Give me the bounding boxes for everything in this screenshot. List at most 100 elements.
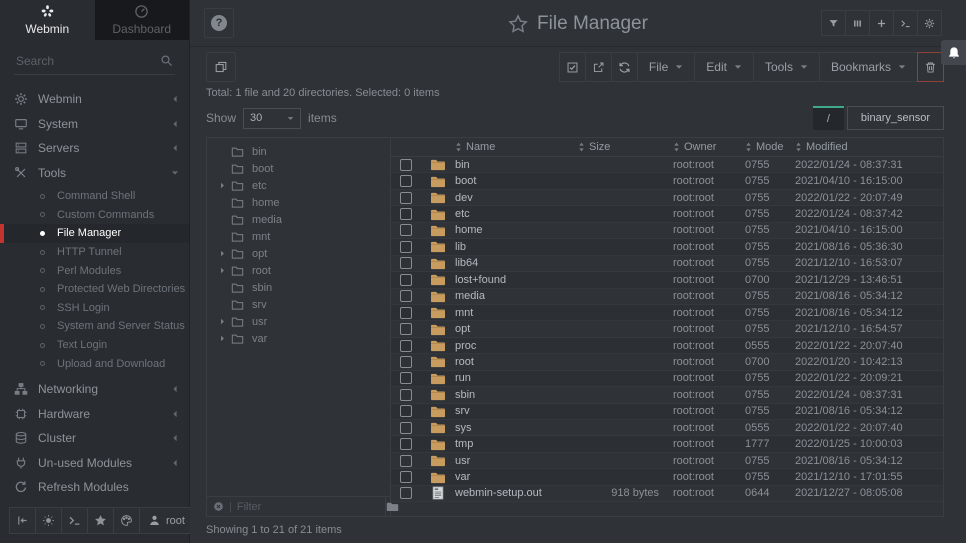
tree-toggle[interactable] [217, 318, 228, 325]
sidebar-item-un-used-modules[interactable]: Un-used Modules [0, 450, 189, 475]
tree-item-root[interactable]: root [207, 262, 390, 279]
row-checkbox[interactable] [400, 241, 412, 253]
row-checkbox[interactable] [400, 422, 412, 434]
row-checkbox[interactable] [400, 438, 412, 450]
sidebar-item-refresh-modules[interactable]: Refresh Modules [0, 475, 189, 500]
sidebar-subitem-protected-web-directories[interactable]: Protected Web Directories [0, 280, 189, 299]
sidebar-item-webmin[interactable]: Webmin [0, 87, 189, 112]
menu-edit[interactable]: Edit [694, 52, 754, 82]
tree-toggle[interactable] [217, 267, 228, 274]
table-row-lost-found[interactable]: lost+foundroot:root07002021/12/29 - 13:4… [391, 272, 943, 288]
star-outline-icon[interactable] [508, 14, 528, 34]
row-checkbox[interactable] [400, 290, 412, 302]
sidebar-subitem-ssh-login[interactable]: SSH Login [0, 299, 189, 318]
collapse-sidebar-button[interactable] [9, 507, 36, 534]
row-checkbox[interactable] [400, 224, 412, 236]
column-header-modified[interactable]: Modified [795, 141, 943, 153]
menu-file[interactable]: File [637, 52, 695, 82]
row-checkbox[interactable] [400, 274, 412, 286]
column-header-name[interactable]: Name [455, 141, 578, 153]
table-row-boot[interactable]: bootroot:root07552021/04/10 - 16:15:00 [391, 173, 943, 189]
clear-filter-icon[interactable] [213, 501, 224, 512]
row-checkbox[interactable] [400, 208, 412, 220]
table-row-run[interactable]: runroot:root07552022/01/22 - 20:09:21 [391, 371, 943, 387]
row-checkbox[interactable] [400, 323, 412, 335]
tree-item-boot[interactable]: boot [207, 160, 390, 177]
help-button[interactable]: ? [204, 8, 234, 38]
row-checkbox[interactable] [400, 175, 412, 187]
row-checkbox[interactable] [400, 159, 412, 171]
tab-webmin[interactable]: Webmin [0, 0, 95, 40]
notification-bell[interactable] [941, 40, 966, 65]
row-checkbox[interactable] [400, 487, 412, 499]
sidebar-subitem-http-tunnel[interactable]: HTTP Tunnel [0, 243, 189, 262]
sidebar-item-hardware[interactable]: Hardware [0, 401, 189, 426]
tree-item-bin[interactable]: bin [207, 143, 390, 160]
sidebar-item-tools[interactable]: Tools [0, 161, 189, 186]
sidebar-subitem-custom-commands[interactable]: Custom Commands [0, 206, 189, 225]
tree-item-mnt[interactable]: mnt [207, 228, 390, 245]
tree-item-opt[interactable]: opt [207, 245, 390, 262]
tab-dashboard[interactable]: Dashboard [95, 0, 190, 40]
table-row-dev[interactable]: devroot:root07552022/01/22 - 20:07:49 [391, 190, 943, 206]
table-row-var[interactable]: varroot:root07552021/12/10 - 17:01:55 [391, 469, 943, 485]
shell-button[interactable] [61, 507, 88, 534]
filter-button[interactable] [821, 10, 846, 36]
palette-button[interactable] [113, 507, 140, 534]
select-all-button[interactable] [559, 52, 586, 82]
row-checkbox[interactable] [400, 340, 412, 352]
table-row-bin[interactable]: binroot:root07552022/01/24 - 08:37:31 [391, 157, 943, 173]
row-checkbox[interactable] [400, 356, 412, 368]
tree-item-var[interactable]: var [207, 330, 390, 347]
sidebar-subitem-perl-modules[interactable]: Perl Modules [0, 261, 189, 280]
tree-item-home[interactable]: home [207, 194, 390, 211]
tree-item-sbin[interactable]: sbin [207, 279, 390, 296]
sidebar-subitem-text-login[interactable]: Text Login [0, 336, 189, 355]
sidebar-item-system[interactable]: System [0, 112, 189, 137]
row-checkbox[interactable] [400, 192, 412, 204]
tree-toggle[interactable] [217, 250, 228, 257]
table-row-mnt[interactable]: mntroot:root07552021/08/16 - 05:34:12 [391, 305, 943, 321]
column-header-size[interactable]: Size [578, 141, 673, 153]
table-row-sbin[interactable]: sbinroot:root07552022/01/24 - 08:37:31 [391, 387, 943, 403]
pause-button[interactable] [845, 10, 870, 36]
table-row-usr[interactable]: usrroot:root07552021/08/16 - 05:34:12 [391, 453, 943, 469]
table-row-tmp[interactable]: tmproot:root17772022/01/25 - 10:00:03 [391, 436, 943, 452]
row-checkbox[interactable] [400, 405, 412, 417]
user-button[interactable]: root [139, 507, 194, 534]
tree-item-etc[interactable]: etc [207, 177, 390, 194]
terminal-button[interactable] [893, 10, 918, 36]
favorites-button[interactable] [87, 507, 114, 534]
row-checkbox[interactable] [400, 455, 412, 467]
page-size-select[interactable]: 30 [243, 108, 301, 129]
menu-tools[interactable]: Tools [753, 52, 820, 82]
table-row-opt[interactable]: optroot:root07552021/12/10 - 16:54:57 [391, 321, 943, 337]
column-header-mode[interactable]: Mode [745, 141, 795, 153]
tree-filter-input[interactable] [237, 501, 379, 513]
table-row-proc[interactable]: procroot:root05552022/01/22 - 20:07:40 [391, 338, 943, 354]
row-checkbox[interactable] [400, 389, 412, 401]
table-row-lib64[interactable]: lib64root:root07552021/12/10 - 16:53:07 [391, 256, 943, 272]
table-row-lib[interactable]: libroot:root07552021/08/16 - 05:36:30 [391, 239, 943, 255]
menu-bookmarks[interactable]: Bookmarks [819, 52, 918, 82]
tree-item-media[interactable]: media [207, 211, 390, 228]
table-row-srv[interactable]: srvroot:root07552021/08/16 - 05:34:12 [391, 404, 943, 420]
row-checkbox[interactable] [400, 372, 412, 384]
theme-toggle-button[interactable] [35, 507, 62, 534]
tree-toggle[interactable] [217, 335, 228, 342]
row-checkbox[interactable] [400, 307, 412, 319]
breadcrumb-root[interactable]: / [813, 106, 844, 130]
sidebar-item-cluster[interactable]: Cluster [0, 426, 189, 451]
breadcrumb-binary-sensor[interactable]: binary_sensor [847, 106, 944, 130]
new-tab-button[interactable] [869, 10, 894, 36]
export-button[interactable] [585, 52, 612, 82]
sidebar-subitem-system-and-server-status[interactable]: System and Server Status [0, 317, 189, 336]
table-row-root[interactable]: rootroot:root07002022/01/20 - 10:42:13 [391, 354, 943, 370]
sidebar-item-servers[interactable]: Servers [0, 136, 189, 161]
table-row-home[interactable]: homeroot:root07552021/04/10 - 16:15:00 [391, 223, 943, 239]
refresh-button[interactable] [611, 52, 638, 82]
tree-toggle[interactable] [217, 182, 228, 189]
table-row-media[interactable]: mediaroot:root07552021/08/16 - 05:34:12 [391, 289, 943, 305]
sidebar-subitem-upload-and-download[interactable]: Upload and Download [0, 354, 189, 373]
table-row-webmin-setup-out[interactable]: webmin-setup.out918 bytesroot:root064420… [391, 486, 943, 502]
